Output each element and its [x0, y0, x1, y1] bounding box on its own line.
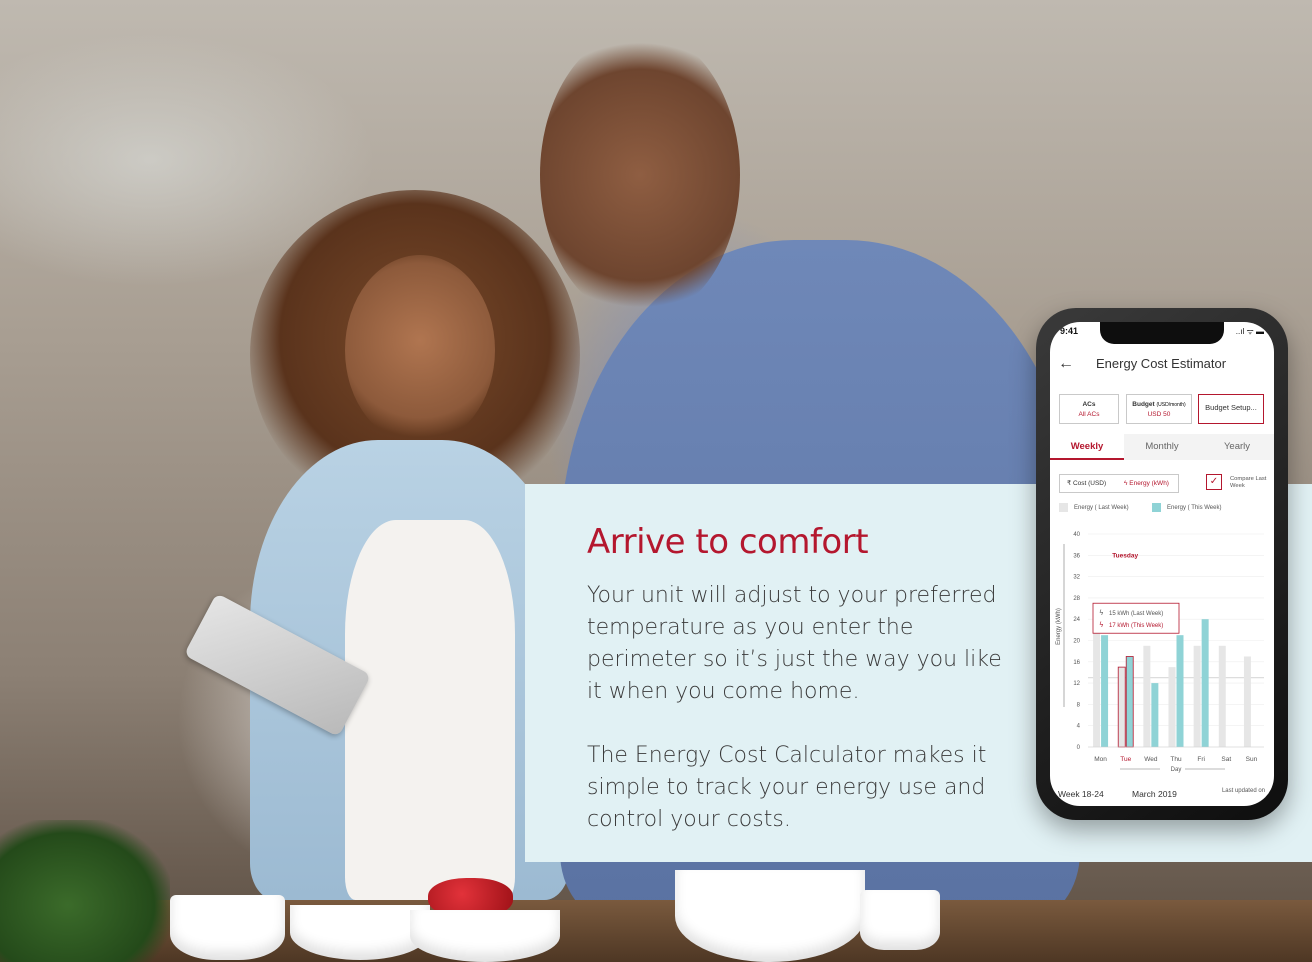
status-icons: ..ıl ᯤ ▬	[1235, 327, 1264, 336]
y-axis-label: Energy (kWh)	[1056, 608, 1062, 645]
legend-this-label: Energy ( This Week)	[1167, 505, 1222, 512]
acs-selector[interactable]: ACs All ACs	[1059, 394, 1119, 424]
budget-unit: (USD/month)	[1156, 402, 1186, 408]
tab-yearly[interactable]: Yearly	[1200, 434, 1274, 460]
y-tick-label: 40	[1073, 532, 1080, 538]
legend-last-week: Energy ( Last Week)	[1059, 503, 1129, 512]
x-tick-label: Wed	[1144, 756, 1158, 763]
budget-selector[interactable]: Budget (USD/month) USD 50	[1126, 394, 1192, 424]
x-axis-label: Day	[1171, 767, 1182, 773]
tooltip-last-week: 15 kWh (Last Week)	[1109, 611, 1163, 617]
legend-swatch-last	[1059, 503, 1068, 512]
y-tick-label: 28	[1073, 596, 1080, 602]
bar-this-week	[1125, 656, 1134, 748]
x-tick-label: Sun	[1246, 756, 1258, 763]
feature-paragraph-1: Your unit will adjust to your preferred …	[587, 583, 1002, 704]
bar-last-week	[1193, 645, 1201, 747]
bowl-image	[290, 905, 430, 960]
bowl-image	[410, 910, 560, 962]
phone-screen: 9:41 ..ıl ᯤ ▬ ← Energy Cost Estimator AC…	[1050, 322, 1274, 806]
y-tick-label: 12	[1073, 681, 1080, 687]
legend-swatch-this	[1152, 503, 1161, 512]
y-tick-label: 0	[1077, 745, 1081, 751]
bolt-icon: ϟ	[1099, 609, 1104, 617]
y-tick-label: 32	[1073, 575, 1080, 581]
compare-label: Compare Last Week	[1230, 476, 1267, 489]
bar-last-week	[1093, 624, 1101, 747]
legend-last-label: Energy ( Last Week)	[1074, 505, 1129, 512]
greens-image	[0, 820, 170, 962]
y-tick-label: 24	[1073, 617, 1080, 623]
x-tick-label: Thu	[1170, 756, 1182, 763]
bar-this-week	[1101, 635, 1109, 747]
footer-month: March 2019	[1132, 789, 1177, 799]
budget-label: Budget	[1132, 401, 1155, 408]
metric-toggle[interactable]: ₹ Cost (USD) ϟ Energy (kWh)	[1059, 474, 1179, 493]
phone-notch	[1100, 322, 1224, 344]
feature-paragraph-2: The Energy Cost Calculator makes it simp…	[587, 743, 987, 832]
period-tabs: Weekly Monthly Yearly	[1050, 434, 1274, 460]
bar-this-week	[1201, 619, 1209, 747]
acs-value: All ACs	[1078, 411, 1100, 418]
energy-chart[interactable]: 0 4 8 12 16 20 24 28 32 36 40 Energy (kWh) Mon Tue Wed…	[1050, 518, 1274, 776]
compare-checkbox[interactable]: ✓	[1206, 474, 1222, 490]
hero-section: Arrive to comfort Your unit will adjust …	[0, 0, 1312, 962]
bowl-image	[860, 890, 940, 950]
y-tick-label: 4	[1077, 724, 1081, 730]
bar-this-week	[1151, 683, 1159, 747]
status-time: 9:41	[1060, 326, 1079, 336]
x-tick-label: Mon	[1094, 756, 1107, 763]
bar-last-week	[1117, 666, 1126, 748]
acs-label: ACs	[1082, 401, 1096, 408]
y-tick-label: 20	[1073, 639, 1080, 645]
woman-top	[345, 520, 515, 900]
arrow-left-icon[interactable]: ←	[1058, 355, 1074, 373]
legend-this-week: Energy ( This Week)	[1152, 503, 1221, 512]
x-tick-label: Sat	[1221, 756, 1231, 763]
y-tick-label: 36	[1073, 553, 1080, 559]
highlight-day-label: Tuesday	[1112, 552, 1138, 559]
bar-last-week	[1218, 645, 1226, 747]
screen-title: Energy Cost Estimator	[1096, 356, 1227, 371]
woman-face	[345, 255, 495, 445]
bar-last-week	[1168, 667, 1176, 747]
y-tick-label: 16	[1073, 660, 1080, 666]
tab-weekly[interactable]: Weekly	[1050, 434, 1124, 460]
energy-toggle[interactable]: ϟ Energy (kWh)	[1124, 475, 1169, 492]
y-tick-label: 8	[1077, 702, 1081, 708]
budget-value: USD 50	[1147, 411, 1171, 418]
footer-week: Week 18-24	[1058, 789, 1104, 799]
cost-toggle[interactable]: ₹ Cost (USD)	[1067, 475, 1106, 492]
bowl-image	[675, 870, 865, 962]
feature-headline: Arrive to comfort	[587, 522, 869, 562]
bar-this-week	[1176, 635, 1184, 747]
tooltip-this-week: 17 kWh (This Week)	[1109, 623, 1163, 629]
budget-setup-button[interactable]: Budget Setup...	[1198, 394, 1264, 424]
x-tick-label: Fri	[1197, 756, 1205, 763]
man-head	[540, 30, 740, 320]
bolt-icon: ϟ	[1099, 621, 1104, 629]
bowl-image	[170, 895, 285, 960]
tab-monthly[interactable]: Monthly	[1124, 434, 1200, 460]
bar-last-week	[1143, 645, 1151, 747]
x-tick-label: Tue	[1120, 756, 1131, 763]
footer-updated: Last updated on	[1221, 788, 1265, 794]
bar-last-week	[1243, 656, 1251, 747]
